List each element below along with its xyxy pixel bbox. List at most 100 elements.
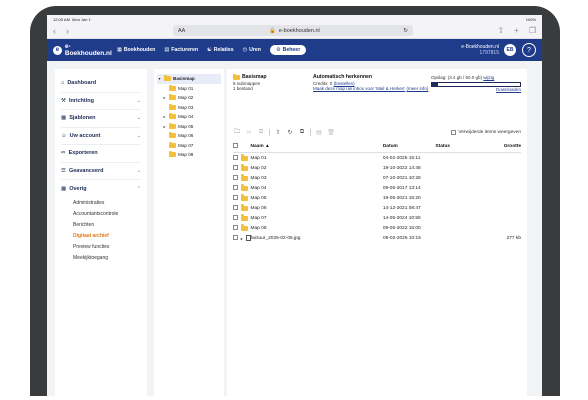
collapse-icon[interactable]: ▾ <box>157 76 162 81</box>
sidebar-item-sjablonen[interactable]: ▦ Sjablonen ⌄ <box>61 110 141 128</box>
refresh-icon[interactable]: ↻ <box>286 128 294 136</box>
expand-icon[interactable]: ▸ <box>162 95 167 100</box>
move-icon[interactable]: ⧉ <box>298 128 306 136</box>
change-storage-link[interactable]: wijzig <box>483 75 494 80</box>
table-row[interactable]: Map 05 19-05-2021 15:20 <box>233 193 521 203</box>
sidebar-item-label: Exporteren <box>68 150 98 157</box>
menu-boekhouden[interactable]: ▦ Boekhouden <box>117 47 155 53</box>
row-checkbox[interactable] <box>233 214 238 220</box>
folder-icon <box>240 194 248 201</box>
tree-node[interactable]: Map 07 <box>157 141 221 151</box>
row-name[interactable]: Map 05 <box>251 196 383 201</box>
row-name[interactable]: Map 08 <box>251 226 383 231</box>
table-row[interactable]: Map 02 19-10-2022 14:48 <box>233 163 521 173</box>
share-icon[interactable]: ⇧ <box>497 26 504 35</box>
address-bar[interactable]: AA 🔒 e-boekhouden.nl ↻ <box>173 25 413 36</box>
row-checkbox[interactable] <box>233 154 238 160</box>
table-row[interactable]: Map 06 14-12-2021 08:47 <box>233 203 521 213</box>
make-inbox-link[interactable]: Maak deze map uw inbox voor 'Mail & Herk… <box>313 86 405 91</box>
column-status[interactable]: Status <box>435 144 484 149</box>
status-bar: 12:00 AM Mon Jan 1 100% <box>47 15 542 23</box>
upload-icon[interactable]: ⇧ <box>274 128 282 136</box>
table-row[interactable]: Map 08 09-05-2022 15:00 <box>233 223 521 233</box>
reader-aa-button[interactable]: AA <box>178 28 185 34</box>
menu-relaties[interactable]: ☯ Relaties <box>207 47 234 53</box>
sidebar-sub-digitaal-archief[interactable]: Digitaal archief <box>61 231 141 242</box>
forward-icon[interactable]: › <box>66 26 69 36</box>
trash-icon[interactable]: 🗑 <box>327 128 335 136</box>
expand-icon[interactable]: ▸ <box>162 124 167 129</box>
sidebar-sub-accountantscontrole[interactable]: Accountantscontrole <box>61 209 141 220</box>
row-name[interactable]: Map 03 <box>251 176 383 181</box>
storage-progress <box>431 81 521 87</box>
table-row[interactable]: Map 04 09-05-2017 13:14 <box>233 183 521 193</box>
row-name[interactable]: factuur_2025-02-05.jpg <box>251 236 383 241</box>
sidebar-item-exporteren[interactable]: ⇨ Exporteren <box>61 145 141 163</box>
table-row[interactable]: ▸ factuur_2025-02-05.jpg 05-02-2025 10:15 2… <box>233 233 521 243</box>
column-name[interactable]: Naam ▲ <box>251 144 383 149</box>
expand-icon[interactable]: ▸ <box>162 114 167 119</box>
row-checkbox[interactable] <box>233 234 238 240</box>
row-checkbox[interactable] <box>233 194 238 200</box>
account-info[interactable]: e-Boekhouden.nl 1797815 <box>461 44 499 56</box>
row-name[interactable]: Map 07 <box>251 216 383 221</box>
new-tab-icon[interactable]: + <box>514 26 519 35</box>
sidebar-item-overig[interactable]: ▦ Overig ⌃ <box>61 180 141 198</box>
show-deleted-checkbox[interactable] <box>451 129 457 135</box>
row-name[interactable]: Map 04 <box>251 186 383 191</box>
tree-node[interactable]: ▸ Map 05 <box>157 122 221 132</box>
sidebar-sub-meekijktoegang[interactable]: Meekijktoegang <box>61 253 141 264</box>
new-folder-icon[interactable]: 🗀 <box>233 128 241 136</box>
menu-beheer[interactable]: ⚙ Beheer <box>269 45 307 55</box>
order-credits-link[interactable]: (bestellen) <box>334 81 355 86</box>
sidebar-sub-preview-functies[interactable]: Preview functies <box>61 242 141 253</box>
tree-node[interactable]: ▸ Map 04 <box>157 112 221 122</box>
sidebar-sub-berichten[interactable]: Berichten <box>61 220 141 231</box>
column-date[interactable]: Datum <box>383 144 436 149</box>
back-icon[interactable]: ‹ <box>53 26 56 36</box>
storage-progress-fill <box>432 82 439 86</box>
show-deleted-toggle[interactable]: Verwijderde items weergeven <box>451 129 521 135</box>
table-row[interactable]: Map 03 07-10-2021 10:28 <box>233 173 521 183</box>
tree-node-root[interactable]: ▾ Basismap <box>157 74 221 84</box>
row-name[interactable]: Map 06 <box>251 206 383 211</box>
menu-factureren[interactable]: ▤ Factureren <box>164 47 198 53</box>
download-link[interactable]: Downloaden <box>431 87 521 93</box>
grid-icon: ▦ <box>61 185 67 192</box>
tree-node-label: Map 03 <box>178 104 194 110</box>
row-name[interactable]: Map 01 <box>251 156 383 161</box>
select-all-checkbox[interactable] <box>233 143 238 148</box>
column-size[interactable]: Grootte <box>484 144 521 149</box>
cut-icon[interactable]: ✂ <box>245 128 253 136</box>
tree-node[interactable]: Map 01 <box>157 84 221 94</box>
tree-node[interactable]: Map 08 <box>157 150 221 160</box>
reload-icon[interactable]: ↻ <box>403 28 408 34</box>
sidebar-item-geavanceerd[interactable]: ☰ Geavanceerd ⌄ <box>61 163 141 180</box>
tree-node[interactable]: ▸ Map 02 <box>157 93 221 103</box>
sidebar-item-uw-account[interactable]: ☺ Uw account ⌄ <box>61 128 141 145</box>
row-checkbox[interactable] <box>233 174 238 180</box>
row-checkbox[interactable] <box>233 204 238 210</box>
copy-icon[interactable]: ⧉ <box>257 128 265 136</box>
tabs-icon[interactable]: ❐ <box>529 26 536 35</box>
row-name[interactable]: Map 02 <box>251 166 383 171</box>
show-deleted-label: Verwijderde items weergeven <box>458 129 521 135</box>
more-info-link[interactable]: (meer info) <box>407 86 429 91</box>
logo[interactable]: e e-Boekhouden.nl <box>53 43 117 57</box>
help-button[interactable]: ? <box>522 43 536 57</box>
sidebar-sub-administraties[interactable]: Administraties <box>61 198 141 209</box>
folder-icon <box>169 103 176 110</box>
sidebar-item-inrichting[interactable]: ⚒ Inrichting ⌄ <box>61 93 141 110</box>
table-row[interactable]: Map 07 14-05-2024 10:56 <box>233 213 521 223</box>
avatar[interactable]: EB <box>504 44 516 56</box>
row-checkbox[interactable] <box>233 164 238 170</box>
tree-node[interactable]: Map 03 <box>157 103 221 113</box>
archive-icon[interactable]: ▤ <box>315 128 323 136</box>
tree-node-label: Map 04 <box>178 114 194 120</box>
row-checkbox[interactable] <box>233 224 238 230</box>
table-row[interactable]: Map 01 04-02-2025 15:11 <box>233 153 521 163</box>
row-checkbox[interactable] <box>233 184 238 190</box>
menu-uren[interactable]: ◷ Uren <box>243 47 261 53</box>
tree-node[interactable]: Map 06 <box>157 131 221 141</box>
sidebar-item-dashboard[interactable]: ⌂ Dashboard <box>61 75 141 93</box>
